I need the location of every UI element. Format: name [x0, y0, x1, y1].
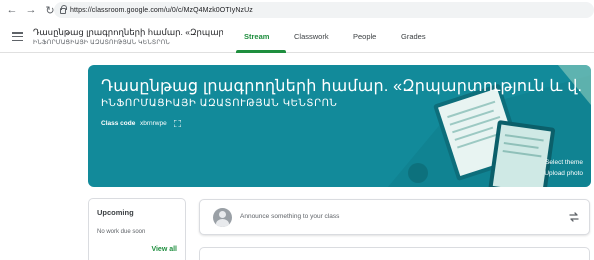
- upload-photo-link[interactable]: Upload photo: [544, 170, 583, 177]
- stream-post-card: [199, 247, 590, 260]
- upcoming-empty-text: No work due soon: [97, 229, 146, 235]
- announce-placeholder[interactable]: Announce something to your class: [240, 213, 339, 220]
- class-banner: Դասընթաց լրագրողների համար. «Զրպարտությո…: [88, 65, 591, 187]
- tab-stream[interactable]: Stream: [244, 32, 269, 41]
- upcoming-title: Upcoming: [97, 208, 134, 217]
- menu-icon[interactable]: [12, 32, 23, 42]
- address-bar[interactable]: https://classroom.google.com/u/0/c/MzQ4M…: [54, 2, 594, 18]
- tab-grades[interactable]: Grades: [401, 32, 426, 41]
- tab-classwork[interactable]: Classwork: [294, 32, 329, 41]
- url-text: https://classroom.google.com/u/0/c/MzQ4M…: [70, 6, 253, 14]
- banner-title: Դասընթաց լրագրողների համար. «Զրպարտությո…: [101, 78, 581, 95]
- fullscreen-icon[interactable]: [174, 120, 181, 127]
- repost-icon[interactable]: [568, 211, 580, 223]
- app-root: ← → ↻ https://classroom.google.com/u/0/c…: [0, 0, 594, 260]
- announce-box[interactable]: Announce something to your class: [199, 199, 590, 235]
- upcoming-card: Upcoming No work due soon View all: [88, 198, 186, 260]
- forward-icon[interactable]: →: [24, 3, 38, 17]
- banner-subtitle: ԻՆՖՈՐՄԱՑԻԱՅԻ ԱԶԱՏՈՒԹՅԱՆ ԿԵՆՏՐՈՆ: [101, 98, 338, 109]
- back-icon[interactable]: ←: [5, 3, 19, 17]
- class-subtitle: ԻՆՖՈՐՄԱՑԻԱՅԻ ԱԶԱՏՈՒԹՅԱՆ ԿԵՆՏՐՈՆ: [33, 40, 170, 46]
- select-theme-link[interactable]: Select theme: [545, 159, 583, 166]
- class-title[interactable]: Դասընթաց լրագրողների համար. «Զրպարտությո…: [33, 27, 223, 38]
- classroom-header: Դասընթաց լրագրողների համար. «Զրպարտությո…: [0, 20, 594, 53]
- avatar: [213, 208, 232, 227]
- tab-people[interactable]: People: [353, 32, 376, 41]
- browser-toolbar: ← → ↻ https://classroom.google.com/u/0/c…: [0, 0, 594, 20]
- class-code-value: xbrnrwpe: [140, 120, 167, 127]
- active-tab-indicator: [236, 50, 286, 53]
- view-all-link[interactable]: View all: [151, 246, 177, 253]
- lock-icon: [60, 5, 67, 14]
- class-code-label: Class code: [101, 120, 136, 127]
